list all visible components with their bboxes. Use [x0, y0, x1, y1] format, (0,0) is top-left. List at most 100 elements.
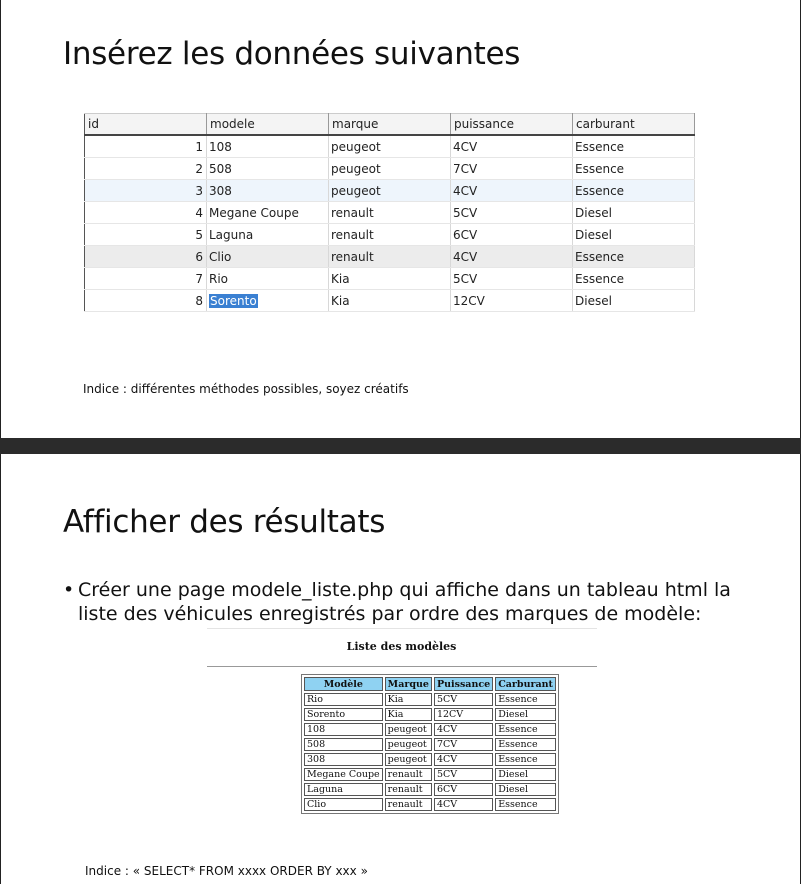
cell-id[interactable]: 7 — [84, 267, 207, 290]
table-row[interactable]: 2 508 peugeot 7CV Essence — [84, 157, 695, 180]
cell-marque[interactable]: peugeot — [328, 179, 451, 202]
result-row: Sorento Kia 12CV Diesel — [304, 708, 556, 721]
cell-puissance[interactable]: 4CV — [450, 245, 573, 268]
result-table: Modèle Marque Puissance Carburant Rio Ki… — [301, 674, 559, 814]
preview-divider — [207, 666, 597, 667]
table-row[interactable]: 8 Sorento Kia 12CV Diesel — [84, 289, 695, 312]
cell-carburant[interactable]: Diesel — [572, 201, 695, 224]
result-cell: 4CV — [433, 753, 494, 766]
cell-modele[interactable]: 508 — [206, 157, 329, 180]
data-grid: id modele marque puissance carburant 1 1… — [84, 113, 695, 312]
result-cell: Essence — [495, 753, 556, 766]
cell-modele[interactable]: Rio — [206, 267, 329, 290]
bullet-dot: • — [63, 579, 75, 601]
cell-marque[interactable]: Kia — [328, 289, 451, 312]
cell-carburant[interactable]: Essence — [572, 267, 695, 290]
slide-insert-data: Insérez les données suivantes id modele … — [0, 0, 801, 438]
slide-title: Insérez les données suivantes — [63, 36, 521, 72]
column-header-marque: Marque — [384, 677, 432, 691]
result-cell: Diesel — [495, 768, 556, 781]
cell-puissance[interactable]: 7CV — [450, 157, 573, 180]
cell-marque[interactable]: renault — [328, 201, 451, 224]
column-header-modele: Modèle — [304, 677, 383, 691]
cell-puissance[interactable]: 4CV — [450, 179, 573, 202]
result-cell: Diesel — [495, 708, 556, 721]
slide-title: Afficher des résultats — [63, 504, 386, 540]
column-header-puissance[interactable]: puissance — [450, 113, 573, 136]
cell-marque[interactable]: renault — [328, 245, 451, 268]
result-cell: renault — [384, 798, 432, 811]
result-cell: 4CV — [433, 723, 494, 736]
column-header-marque[interactable]: marque — [328, 113, 451, 136]
result-cell: Kia — [384, 708, 432, 721]
cell-modele[interactable]: Laguna — [206, 223, 329, 246]
cell-puissance[interactable]: 5CV — [450, 201, 573, 224]
result-row: 108 peugeot 4CV Essence — [304, 723, 556, 736]
cell-marque[interactable]: Kia — [328, 267, 451, 290]
cell-carburant[interactable]: Diesel — [572, 223, 695, 246]
column-header-id[interactable]: id — [84, 113, 207, 136]
result-cell: Essence — [495, 723, 556, 736]
result-row: Megane Coupe renault 5CV Diesel — [304, 768, 556, 781]
result-cell: Kia — [384, 693, 432, 706]
result-cell: peugeot — [384, 738, 432, 751]
cell-modele[interactable]: 308 — [206, 179, 329, 202]
cell-carburant[interactable]: Essence — [572, 157, 695, 180]
result-row: 308 peugeot 4CV Essence — [304, 753, 556, 766]
cell-modele[interactable]: 108 — [206, 135, 329, 158]
table-row[interactable]: 4 Megane Coupe renault 5CV Diesel — [84, 201, 695, 224]
result-cell: peugeot — [384, 723, 432, 736]
cell-marque[interactable]: peugeot — [328, 135, 451, 158]
cell-id[interactable]: 4 — [84, 201, 207, 224]
result-cell: 108 — [304, 723, 383, 736]
cell-puissance[interactable]: 4CV — [450, 135, 573, 158]
cell-modele[interactable]: Clio — [206, 245, 329, 268]
column-header-carburant: Carburant — [495, 677, 556, 691]
result-cell: 308 — [304, 753, 383, 766]
selected-cell-text[interactable]: Sorento — [209, 293, 258, 308]
cell-id[interactable]: 2 — [84, 157, 207, 180]
result-cell: 7CV — [433, 738, 494, 751]
table-row[interactable]: 6 Clio renault 4CV Essence — [84, 245, 695, 268]
cell-id[interactable]: 6 — [84, 245, 207, 268]
cell-id[interactable]: 8 — [84, 289, 207, 312]
table-row[interactable]: 3 308 peugeot 4CV Essence — [84, 179, 695, 202]
cell-carburant[interactable]: Essence — [572, 245, 695, 268]
cell-id[interactable]: 3 — [84, 179, 207, 202]
hint-text: Indice : « SELECT* FROM xxxx ORDER BY xx… — [85, 864, 368, 878]
result-cell: renault — [384, 783, 432, 796]
cell-id[interactable]: 1 — [84, 135, 207, 158]
cell-modele[interactable]: Megane Coupe — [206, 201, 329, 224]
cell-carburant[interactable]: Essence — [572, 135, 695, 158]
cell-puissance[interactable]: 5CV — [450, 267, 573, 290]
table-row[interactable]: 7 Rio Kia 5CV Essence — [84, 267, 695, 290]
cell-modele[interactable]: Sorento — [206, 289, 329, 312]
cell-carburant[interactable]: Diesel — [572, 289, 695, 312]
cell-carburant[interactable]: Essence — [572, 179, 695, 202]
cell-marque[interactable]: peugeot — [328, 157, 451, 180]
result-cell: Megane Coupe — [304, 768, 383, 781]
slide-display-results: Afficher des résultats • Créer une page … — [0, 454, 801, 884]
result-row: Rio Kia 5CV Essence — [304, 693, 556, 706]
preview-top-line — [207, 628, 597, 629]
preview-title: Liste des modèles — [346, 640, 457, 653]
cell-marque[interactable]: renault — [328, 223, 451, 246]
bullet-point: • Créer une page modele_liste.php qui af… — [63, 578, 763, 626]
table-row[interactable]: 1 108 peugeot 4CV Essence — [84, 135, 695, 158]
result-cell: 4CV — [433, 798, 494, 811]
cell-puissance[interactable]: 12CV — [450, 289, 573, 312]
result-cell: Sorento — [304, 708, 383, 721]
result-cell: Rio — [304, 693, 383, 706]
column-header-modele[interactable]: modele — [206, 113, 329, 136]
table-row[interactable]: 5 Laguna renault 6CV Diesel — [84, 223, 695, 246]
column-header-carburant[interactable]: carburant — [572, 113, 695, 136]
result-cell: Essence — [495, 738, 556, 751]
cell-id[interactable]: 5 — [84, 223, 207, 246]
column-header-puissance: Puissance — [433, 677, 494, 691]
result-cell: renault — [384, 768, 432, 781]
cell-puissance[interactable]: 6CV — [450, 223, 573, 246]
result-cell: 5CV — [433, 768, 494, 781]
result-cell: Laguna — [304, 783, 383, 796]
result-cell: Essence — [495, 693, 556, 706]
result-cell: 508 — [304, 738, 383, 751]
